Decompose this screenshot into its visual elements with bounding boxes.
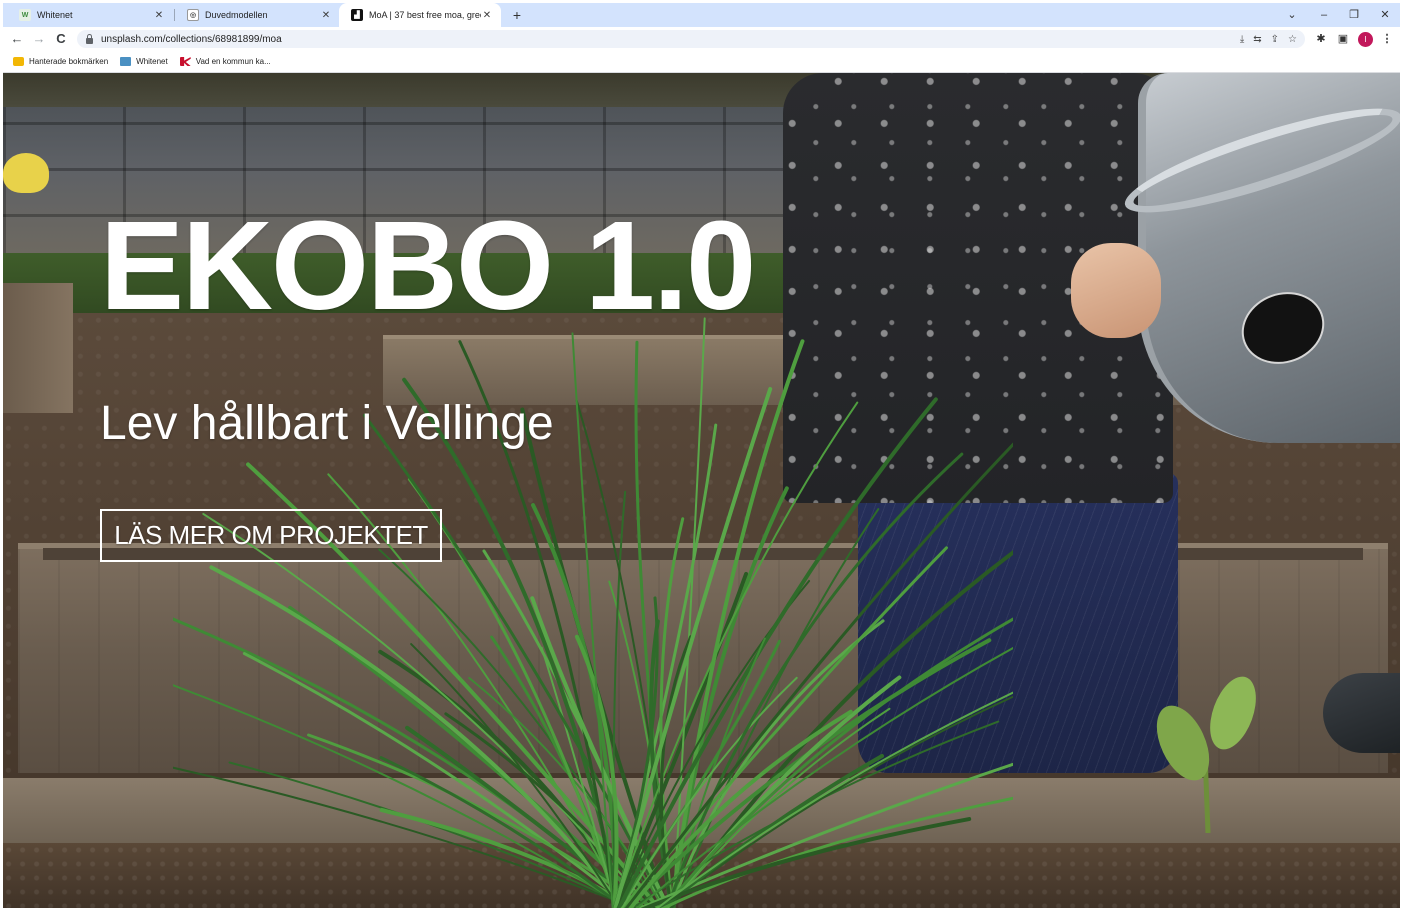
page-icon: ◎ (187, 9, 199, 21)
tab-title: Whitenet (37, 10, 73, 20)
menu-icon[interactable]: ⋮ (1377, 29, 1397, 49)
translate-icon[interactable]: ⇆ (1253, 34, 1261, 45)
minimize-button[interactable]: – (1308, 3, 1340, 27)
tab-strip: W Whitenet ✕ ◎ Duvedmodellen ✕ ▟ MoA | 3… (3, 3, 1400, 27)
tab-search-icon[interactable]: ⌄ (1276, 3, 1308, 27)
bookmark-vad-en-kommun[interactable]: Vad en kommun ka... (179, 57, 271, 66)
address-bar[interactable]: unsplash.com/collections/68981899/moa ⤓ … (77, 30, 1305, 48)
bookmark-label: Hanterade bokmärken (29, 57, 109, 66)
folder-icon (13, 57, 24, 66)
omnibox-actions: ⤓ ⇆ ⇪ ☆ (1240, 30, 1297, 48)
extensions-icon[interactable]: ✱ (1311, 29, 1331, 49)
read-more-button[interactable]: LÄS MER OM PROJEKTET (100, 509, 442, 562)
star-icon[interactable]: ☆ (1288, 34, 1297, 45)
tab-unsplash-moa[interactable]: ▟ MoA | 37 best free moa, green, p ✕ (339, 3, 501, 27)
bookmark-label: Vad en kommun ka... (195, 57, 271, 66)
url-text[interactable]: unsplash.com/collections/68981899/moa (101, 34, 282, 45)
chive-blade (614, 401, 859, 908)
restore-button[interactable]: ❐ (1338, 3, 1370, 27)
seedling-plant (1156, 676, 1256, 833)
profile-avatar[interactable]: I (1358, 32, 1373, 47)
chive-plant (173, 317, 1013, 908)
share-icon[interactable]: ⇪ (1271, 34, 1279, 45)
tulip-flower (3, 153, 49, 193)
bookmark-label: Whitenet (136, 57, 168, 66)
browser-toolbar: ← → C unsplash.com/collections/68981899/… (3, 27, 1400, 51)
browser-window: W Whitenet ✕ ◎ Duvedmodellen ✕ ▟ MoA | 3… (3, 3, 1400, 908)
tab-title: MoA | 37 best free moa, green, p (369, 10, 481, 20)
watering-spout (1323, 673, 1400, 753)
close-tab-icon[interactable]: ✕ (320, 10, 332, 21)
tab-title: Duvedmodellen (205, 10, 268, 20)
bookmarks-bar: Hanterade bokmärken Whitenet Vad en komm… (3, 51, 1400, 73)
back-button[interactable]: ← (7, 29, 27, 49)
child-hand (1071, 243, 1161, 338)
forward-button[interactable]: → (29, 29, 49, 49)
garden-bed-left (3, 283, 73, 413)
install-icon[interactable]: ⤓ (1240, 34, 1244, 45)
new-tab-button[interactable]: + (507, 5, 527, 25)
hero-title: EKOBO 1.0 (100, 195, 756, 336)
unsplash-icon: ▟ (351, 9, 363, 21)
kommun-logo-icon (179, 57, 191, 66)
close-tab-icon[interactable]: ✕ (153, 10, 165, 21)
whitenet-icon (120, 57, 132, 66)
close-tab-icon[interactable]: ✕ (481, 10, 493, 21)
close-window-button[interactable]: ✕ (1369, 3, 1400, 27)
bookmark-whitenet[interactable]: Whitenet (120, 57, 168, 66)
whitenet-icon: W (19, 9, 31, 21)
lock-icon[interactable] (86, 33, 93, 44)
tab-duvedmodellen[interactable]: ◎ Duvedmodellen ✕ (175, 3, 340, 27)
reload-button[interactable]: C (51, 29, 71, 49)
hero-subtitle: Lev hållbart i Vellinge (100, 397, 554, 450)
page-viewport: EKOBO 1.0 Lev hållbart i Vellinge LÄS ME… (3, 73, 1400, 908)
side-panel-icon[interactable]: ▣ (1333, 29, 1353, 49)
tab-whitenet[interactable]: W Whitenet ✕ (7, 3, 173, 27)
bookmark-managed[interactable]: Hanterade bokmärken (13, 57, 108, 66)
